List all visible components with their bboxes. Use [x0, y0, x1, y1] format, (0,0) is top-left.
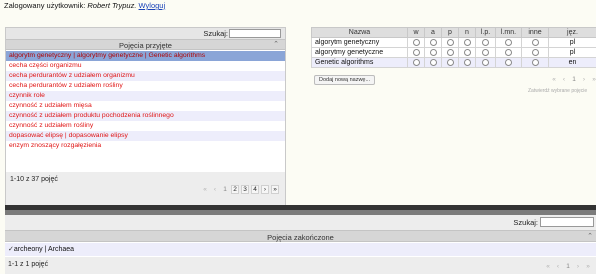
finished-concepts-panel: Szukaj: Pojęcia zakończone ⌃ ✓archeony |…: [5, 215, 596, 274]
list-footer: 1-1 z 1 pojęć « ‹ 1 › »: [5, 257, 596, 274]
list-item[interactable]: cecha perdurantów z udziałem rośliny: [6, 81, 285, 91]
sort-caret-icon: ⌃: [273, 41, 279, 48]
col-inne: inne: [521, 27, 549, 38]
list-item[interactable]: czynność z udziałem produktu pochodzenia…: [6, 111, 285, 121]
search-input[interactable]: [229, 29, 281, 38]
prev-page-button[interactable]: ‹: [554, 263, 562, 270]
radio-w[interactable]: [412, 38, 420, 46]
list-item[interactable]: dopasować elipsę | dopasowanie elipsy: [6, 131, 285, 141]
last-page-button[interactable]: »: [271, 184, 279, 194]
column-header-finished[interactable]: Pojęcia zakończone ⌃: [5, 230, 596, 242]
last-page-button[interactable]: »: [584, 263, 592, 270]
radio-a[interactable]: [429, 38, 437, 46]
list-item[interactable]: cecha perdurantów z udziałem organizmu: [6, 71, 285, 81]
item-count: 1-10 z 37 pojęć: [10, 176, 58, 183]
col-lang: jęz.: [548, 27, 596, 38]
radio-p[interactable]: [446, 48, 454, 56]
list-footer: 1-10 z 37 pojęć « ‹ 1 2 3 4 › »: [6, 172, 285, 205]
col-name: Nazwa: [311, 27, 408, 38]
radio-lp[interactable]: [482, 38, 489, 46]
page-button-1[interactable]: 1: [564, 263, 572, 270]
accepted-concepts-panel: Szukaj: Pojęcia przyjęte ⌃ algorytm gene…: [5, 27, 286, 205]
last-page-button[interactable]: »: [590, 76, 596, 83]
lang-cell: pl: [548, 47, 596, 58]
list-item[interactable]: czynność z udziałem rośliny: [6, 121, 285, 131]
radio-lp[interactable]: [482, 48, 489, 56]
next-page-button[interactable]: ›: [580, 76, 588, 83]
next-page-button[interactable]: ›: [574, 263, 582, 270]
table-row: algorytmy genetyczne pl: [311, 47, 596, 58]
column-header-label: Pojęcia przyjęte: [119, 41, 172, 50]
search-label: Szukaj:: [203, 29, 228, 38]
names-table-panel: Nazwa w a p n l.p. l.mn. inne jęz. algor…: [311, 27, 596, 68]
logout-link[interactable]: Wyloguj: [139, 1, 166, 10]
radio-a[interactable]: [429, 58, 437, 66]
col-p: p: [441, 27, 459, 38]
page-button-1[interactable]: 1: [221, 186, 229, 193]
list-item[interactable]: algorytm genetyczny | algorytmy genetycz…: [6, 51, 285, 61]
item-count: 1-1 z 1 pojęć: [8, 261, 49, 268]
radio-a[interactable]: [429, 48, 437, 56]
user-info: Zalogowany użytkownik: Robert Trypuz. Wy…: [4, 1, 165, 10]
prev-page-button[interactable]: ‹: [560, 76, 568, 83]
radio-n[interactable]: [463, 48, 471, 56]
radio-w[interactable]: [412, 48, 420, 56]
radio-p[interactable]: [446, 38, 454, 46]
name-cell: Genetic algorithms: [311, 57, 408, 68]
pager: « ‹ 1 2 3 4 › »: [199, 184, 279, 194]
list-item[interactable]: czynnik role: [6, 91, 285, 101]
lang-cell: pl: [548, 37, 596, 48]
table-row: algorytm genetyczny pl: [311, 37, 596, 48]
search-input[interactable]: [540, 217, 594, 227]
next-page-button[interactable]: ›: [261, 184, 269, 194]
radio-lmn[interactable]: [505, 38, 512, 46]
user-name: Robert Trypuz.: [87, 1, 137, 10]
radio-inne[interactable]: [531, 58, 539, 66]
page-button-2[interactable]: 2: [231, 184, 239, 194]
lang-cell: en: [548, 57, 596, 68]
radio-n[interactable]: [463, 58, 471, 66]
col-a: a: [424, 27, 442, 38]
radio-lp[interactable]: [482, 58, 489, 66]
radio-inne[interactable]: [531, 48, 539, 56]
approve-concept-button[interactable]: Zatwierdź wybrane pojęcie: [528, 88, 587, 94]
radio-lmn[interactable]: [505, 48, 512, 56]
radio-p[interactable]: [446, 58, 454, 66]
list-item-label: archeony | Archaea: [13, 246, 75, 253]
list-item[interactable]: ✓archeony | Archaea: [5, 243, 596, 256]
sort-caret-icon: ⌃: [587, 233, 593, 240]
table-row: Genetic algorithms en: [311, 57, 596, 68]
list-item[interactable]: enzym znoszący rozgałęzienia: [6, 141, 285, 151]
radio-n[interactable]: [463, 38, 471, 46]
page-button-3[interactable]: 3: [241, 184, 249, 194]
radio-lmn[interactable]: [505, 58, 512, 66]
col-lmn: l.mn.: [495, 27, 522, 38]
names-table: Nazwa w a p n l.p. l.mn. inne jęz. algor…: [311, 27, 596, 68]
page-button-4[interactable]: 4: [251, 184, 259, 194]
name-cell: algorytm genetyczny: [311, 37, 408, 48]
prev-page-button[interactable]: ‹: [211, 186, 219, 193]
first-page-button[interactable]: «: [550, 76, 558, 83]
user-label: Zalogowany użytkownik:: [4, 1, 86, 10]
col-lp: l.p.: [475, 27, 496, 38]
col-w: w: [407, 27, 425, 38]
names-pager: « ‹ 1 › »: [548, 74, 596, 84]
pager: « ‹ 1 › »: [542, 261, 592, 271]
list-item[interactable]: cecha części organizmu: [6, 61, 285, 71]
name-cell: algorytmy genetyczne: [311, 47, 408, 58]
first-page-button[interactable]: «: [544, 263, 552, 270]
radio-w[interactable]: [412, 58, 420, 66]
column-header-label: Pojęcia zakończone: [267, 233, 334, 242]
radio-inne[interactable]: [531, 38, 539, 46]
col-n: n: [458, 27, 476, 38]
list-item[interactable]: czynność z udziałem mięsa: [6, 101, 285, 111]
search-bar: Szukaj:: [5, 215, 596, 230]
first-page-button[interactable]: «: [201, 186, 209, 193]
search-label: Szukaj:: [513, 218, 538, 227]
column-header-accepted[interactable]: Pojęcia przyjęte ⌃: [6, 39, 285, 50]
search-bar: Szukaj:: [6, 28, 285, 39]
add-name-button[interactable]: Dodaj nową nazwę...: [314, 75, 376, 85]
page-button-1[interactable]: 1: [570, 76, 578, 83]
